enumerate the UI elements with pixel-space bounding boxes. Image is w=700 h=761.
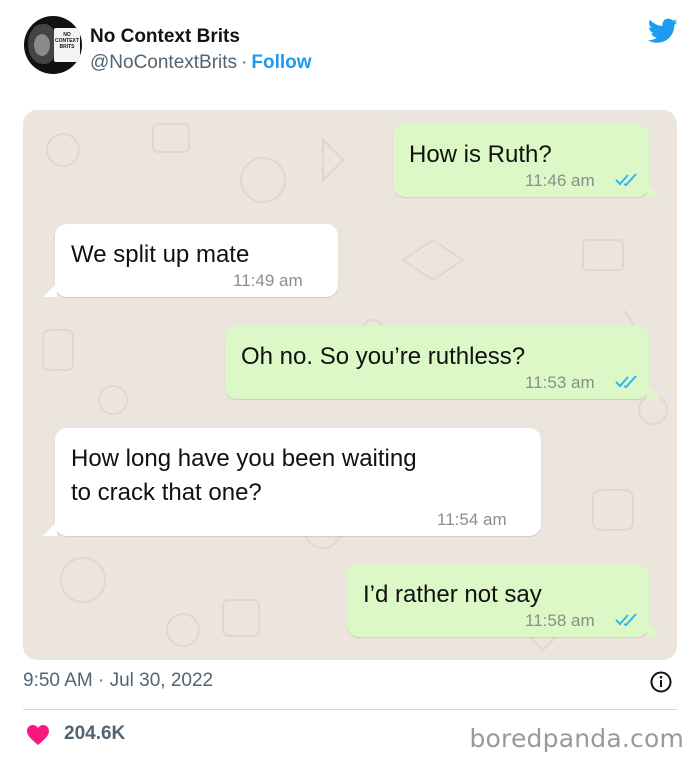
info-icon[interactable] — [650, 671, 672, 693]
message-time: 11:58 am — [525, 611, 595, 630]
bubble-tail — [43, 283, 57, 297]
account-handle[interactable]: @NoContextBrits — [90, 52, 237, 73]
bubble-tail — [647, 385, 661, 399]
message-bubble-incoming[interactable]: How long have you been waiting to crack … — [55, 428, 541, 536]
chat-screenshot: How is Ruth? 11:46 am We split up mate 1… — [23, 110, 677, 660]
message-bubble-outgoing[interactable]: How is Ruth? 11:46 am — [393, 124, 649, 197]
account-name[interactable]: No Context Brits — [90, 26, 240, 48]
message-text: I’d rather not say — [363, 581, 542, 608]
heart-icon[interactable] — [26, 724, 50, 746]
bubble-tail — [43, 522, 57, 536]
avatar-logo-text: NO CONTEXT BRITS — [55, 32, 79, 50]
avatar-face — [34, 34, 50, 56]
message-time: 11:49 am — [233, 271, 303, 290]
double-check-icon — [615, 173, 637, 187]
bubble-tail — [647, 623, 661, 637]
watermark: boredpanda.com — [469, 724, 684, 753]
double-check-icon — [615, 375, 637, 389]
message-bubble-outgoing[interactable]: Oh no. So you’re ruthless? 11:53 am — [225, 326, 649, 399]
like-count[interactable]: 204.6K — [64, 723, 125, 745]
avatar[interactable]: NO CONTEXT BRITS — [24, 16, 82, 74]
message-time: 11:53 am — [525, 373, 595, 392]
account-handle-line: @NoContextBrits · Follow — [90, 52, 312, 74]
message-text-line: to crack that one? — [71, 479, 262, 506]
bubble-tail — [647, 183, 661, 197]
separator: · — [241, 52, 248, 73]
message-bubble-incoming[interactable]: We split up mate 11:49 am — [55, 224, 338, 297]
message-time: 11:54 am — [437, 510, 507, 529]
double-check-icon — [615, 613, 637, 627]
divider — [23, 709, 677, 710]
twitter-bird-icon[interactable] — [648, 18, 678, 44]
message-bubble-outgoing[interactable]: I’d rather not say 11:58 am — [347, 564, 649, 637]
message-text: How is Ruth? — [409, 141, 552, 168]
tweet-card: NO CONTEXT BRITS No Context Brits @NoCon… — [0, 0, 700, 761]
message-text: Oh no. So you’re ruthless? — [241, 343, 526, 370]
message-text: We split up mate — [71, 241, 250, 268]
follow-button[interactable]: Follow — [251, 52, 311, 73]
message-text-line: How long have you been waiting — [71, 445, 417, 472]
tweet-timestamp[interactable]: 9:50 AM · Jul 30, 2022 — [23, 670, 213, 692]
tweet-header: NO CONTEXT BRITS No Context Brits @NoCon… — [24, 16, 682, 80]
message-text: How long have you been waiting to crack … — [71, 442, 417, 510]
message-time: 11:46 am — [525, 171, 595, 190]
